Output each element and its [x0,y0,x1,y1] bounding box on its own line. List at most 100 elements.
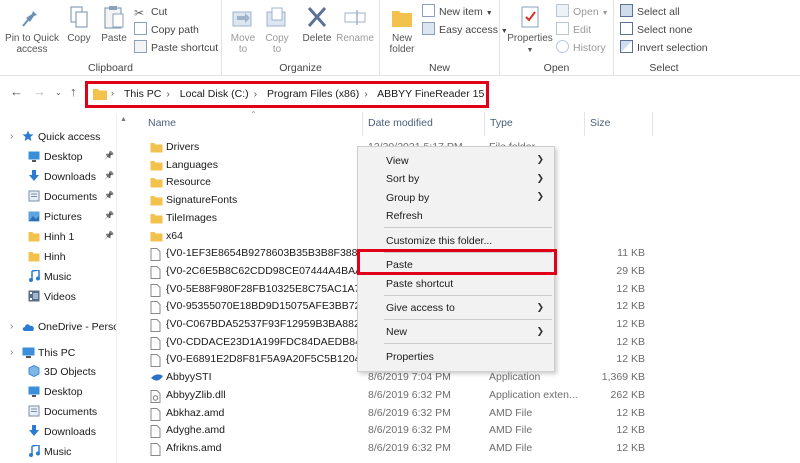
chevron-right-icon: ❯ [536,154,544,164]
breadcrumb-separator-icon: › [364,88,368,100]
recent-chevron-down-icon[interactable]: ⌄ [55,88,62,97]
column-header-name[interactable]: Name [148,117,176,131]
nav-item[interactable]: Hinh 1 [28,228,74,246]
copy-to-button[interactable]: Copy to [262,4,292,55]
chevron-right-icon: ❯ [536,302,544,312]
copy-path-button[interactable]: Copy path [134,22,199,39]
rename-label: Rename [336,33,374,44]
nav-item[interactable]: Desktop [28,148,83,166]
file-row[interactable]: Adyghe.amd 8/6/2019 6:32 PM AMD File 12 KB [140,422,660,440]
breadcrumb-abbyy[interactable]: ABBYY FineReader 15 [377,88,484,100]
pin-to-quick-access-button[interactable]: Pin to Quick access [4,4,60,55]
menu-item-new[interactable]: New [386,326,407,338]
invert-selection-icon [620,40,633,53]
select-none-button[interactable]: Select none [620,22,692,39]
paste-shortcut-icon [134,40,147,53]
easy-access-button[interactable]: Easy access ▼ [422,22,508,39]
nav-item[interactable]: Documents [28,403,97,421]
menu-item-sort-by[interactable]: Sort by [386,173,419,185]
nav-item[interactable]: Downloads [28,423,96,441]
download-icon [28,170,40,181]
nav-item[interactable]: Documents [28,188,97,206]
column-header-size[interactable]: Size [590,117,610,131]
delete-button[interactable]: Delete [300,4,334,44]
open-button[interactable]: Open ▼ [556,4,609,21]
nav-item[interactable]: › Quick access [10,128,101,146]
menu-item-give-access[interactable]: Give access to [386,302,455,314]
breadcrumb-local-disk[interactable]: Local Disk (C:) [180,88,249,100]
nav-item-label: Videos [44,291,76,303]
column-divider[interactable] [584,112,585,136]
file-row[interactable]: AbbyyZlib.dll 8/6/2019 6:32 PM Application… [140,387,660,405]
nav-item[interactable]: › This PC [10,344,75,362]
cut-button[interactable]: ✂ Cut [134,4,167,21]
column-header-date[interactable]: Date modified [368,117,433,131]
file-row[interactable]: Afrikns.amd 8/6/2019 6:32 PM AMD File 12 KB [140,440,660,458]
select-all-button[interactable]: Select all [620,4,680,21]
folder-icon [150,142,163,156]
breadcrumb-program-files[interactable]: Program Files (x86) [267,88,359,100]
edit-button[interactable]: Edit [556,22,591,39]
paste-shortcut-ribbon-button[interactable]: Paste shortcut [134,40,218,57]
column-divider[interactable] [362,112,363,136]
file-icon [150,336,161,353]
file-name: SignatureFonts [166,194,238,207]
history-button[interactable]: History [556,40,606,57]
invert-selection-button[interactable]: Invert selection [620,40,708,57]
nav-item[interactable]: 3D Objects [28,363,96,381]
expand-chevron-icon[interactable]: › [10,128,13,146]
expand-chevron-icon[interactable]: › [10,344,13,362]
nav-item[interactable]: › OneDrive - Persor [10,318,123,336]
scroll-up-icon[interactable]: ▲ [120,116,127,123]
paste-ribbon-button[interactable]: Paste [98,4,130,44]
nav-item[interactable]: Videos [28,288,76,306]
up-arrow-icon[interactable]: ↑ [70,84,77,99]
easy-access-icon [422,22,435,35]
open-group-label: Open [543,62,570,74]
clipboard-group: Pin to Quick access Copy Paste ✂ Cut Copy… [0,0,222,76]
menu-item-refresh[interactable]: Refresh [386,210,423,222]
star-icon [22,130,34,141]
history-icon [556,40,569,53]
menu-item-give-access-label: Give access to [386,302,455,314]
new-item-button[interactable]: New item ▼ [422,4,493,21]
nav-item[interactable]: Desktop [28,383,83,401]
menu-item-view[interactable]: View [386,155,548,167]
properties-dropdown-icon: ▼ [526,47,534,54]
rename-button[interactable]: Rename [336,4,374,44]
file-type: AMD File [489,424,533,437]
menu-item-properties[interactable]: Properties [386,351,434,363]
nav-item[interactable]: Music [28,268,71,286]
column-divider[interactable] [484,112,485,136]
column-header-type[interactable]: Type [490,117,513,131]
nav-item[interactable]: Pictures [28,208,82,226]
nav-item[interactable]: Downloads [28,168,96,186]
breadcrumb-separator-icon: › [166,88,170,100]
nav-item[interactable]: Music [28,443,71,461]
breadcrumb-this-pc[interactable]: This PC [124,88,161,100]
folder-icon [150,213,163,227]
file-icon [150,442,161,459]
new-folder-button[interactable]: New folder [386,4,418,55]
nav-item[interactable]: Hinh [28,248,66,266]
menu-item-paste-shortcut[interactable]: Paste shortcut [386,278,453,290]
file-row[interactable]: Abkhaz.amd 8/6/2019 6:32 PM AMD File 12 KB [140,405,660,423]
column-divider[interactable] [652,112,653,136]
forward-arrow-icon[interactable]: → [33,84,46,99]
scissors-icon: ✂ [134,6,145,20]
menu-item-properties-label: Properties [386,351,434,363]
file-size: 12 KB [616,406,645,419]
expand-chevron-icon[interactable]: › [10,318,13,336]
nav-scrollbar[interactable]: ▲ [116,114,130,463]
properties-ribbon-button[interactable]: Properties ▼ [506,4,554,56]
move-to-button[interactable]: Move to [228,4,258,55]
pin-icon: 📌 [104,151,114,160]
copy-button[interactable]: Copy [64,4,94,44]
back-arrow-icon[interactable]: ← [10,84,23,99]
breadcrumb-separator-icon: › [253,88,258,100]
address-bar[interactable]: › This PC › Local Disk (C:) › Program File… [85,81,489,108]
menu-item-customize[interactable]: Customize this folder... [386,235,492,247]
menu-item-group-by[interactable]: Group by [386,192,429,204]
file-size: 1,369 KB [601,371,645,384]
nav-item-label: Quick access [38,131,101,143]
